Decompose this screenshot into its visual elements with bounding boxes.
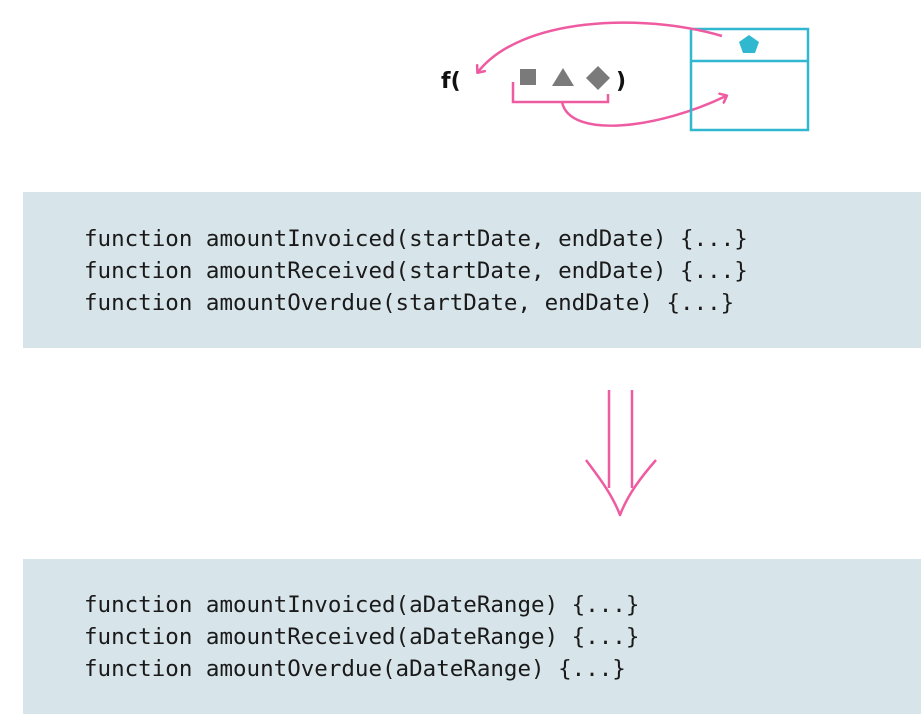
pentagon-icon [739, 35, 759, 53]
code-line: function amountReceived(startDate, endDa… [84, 258, 748, 284]
diamond-icon [586, 66, 610, 90]
code-line: function amountOverdue(aDateRange) {...} [84, 656, 626, 682]
code-line: function amountInvoiced(aDateRange) {...… [84, 592, 640, 618]
function-label: f( [441, 69, 461, 94]
square-icon [520, 69, 536, 85]
code-before-panel: function amountInvoiced(startDate, endDa… [23, 192, 921, 348]
arrow-into-object [560, 96, 726, 127]
code-line: function amountReceived(aDateRange) {...… [84, 624, 640, 650]
triangle-icon [552, 68, 574, 86]
transform-down-arrow [585, 390, 657, 517]
code-after-panel: function amountInvoiced(aDateRange) {...… [23, 559, 921, 714]
code-line: function amountInvoiced(startDate, endDa… [84, 226, 748, 252]
close-paren: ) [616, 69, 626, 94]
code-line: function amountOverdue(startDate, endDat… [84, 290, 735, 316]
arrow-object-to-param [478, 21, 723, 72]
